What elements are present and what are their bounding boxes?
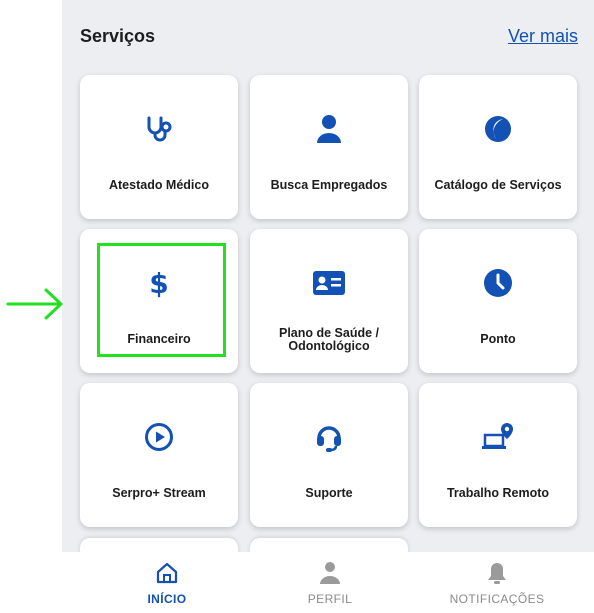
see-more-link[interactable]: Ver mais [508, 26, 578, 47]
card-suporte[interactable]: Suporte [250, 383, 408, 527]
user-icon [250, 113, 408, 145]
card-label: Plano de Saúde / Odontológico [254, 327, 404, 353]
card-partial [250, 538, 408, 552]
card-label: Busca Empregados [270, 178, 388, 192]
id-card-icon [250, 267, 408, 299]
card-label-line2: Odontológico [288, 339, 370, 353]
card-label: Catálogo de Serviços [434, 178, 562, 192]
headset-icon [250, 421, 408, 453]
catalog-logo-icon [419, 113, 577, 145]
card-label: Ponto [480, 332, 516, 346]
highlight-box [97, 243, 226, 357]
card-catalogo-servicos[interactable]: Catálogo de Serviços [419, 75, 577, 219]
arrow-right-icon [6, 288, 63, 320]
laptop-location-icon [419, 421, 577, 453]
stethoscope-icon [80, 113, 238, 145]
card-busca-empregados[interactable]: Busca Empregados [250, 75, 408, 219]
person-icon [260, 560, 400, 586]
card-trabalho-remoto[interactable]: Trabalho Remoto [419, 383, 577, 527]
card-serpro-stream[interactable]: Serpro+ Stream [80, 383, 238, 527]
play-circle-icon [80, 421, 238, 453]
section-title: Serviços [80, 26, 156, 46]
nav-label: INÍCIO [147, 592, 187, 606]
card-partial [80, 538, 238, 552]
card-plano-saude[interactable]: Plano de Saúde / Odontológico [250, 229, 408, 373]
nav-notificacoes[interactable]: NOTIFICAÇÕES [427, 560, 567, 606]
nav-inicio[interactable]: INÍCIO [97, 560, 237, 606]
clock-icon [419, 267, 577, 299]
card-label: Trabalho Remoto [446, 486, 550, 500]
card-atestado-medico[interactable]: Atestado Médico [80, 75, 238, 219]
nav-label: PERFIL [307, 592, 353, 606]
nav-perfil[interactable]: PERFIL [260, 560, 400, 606]
bottom-nav: INÍCIO PERFIL NOTIFICAÇÕES [0, 552, 594, 613]
card-ponto[interactable]: Ponto [419, 229, 577, 373]
card-label: Serpro+ Stream [112, 486, 206, 500]
bell-icon [427, 560, 567, 586]
card-label: Suporte [305, 486, 353, 500]
card-label: Atestado Médico [108, 178, 209, 192]
nav-label: NOTIFICAÇÕES [449, 592, 545, 606]
home-icon [97, 560, 237, 586]
